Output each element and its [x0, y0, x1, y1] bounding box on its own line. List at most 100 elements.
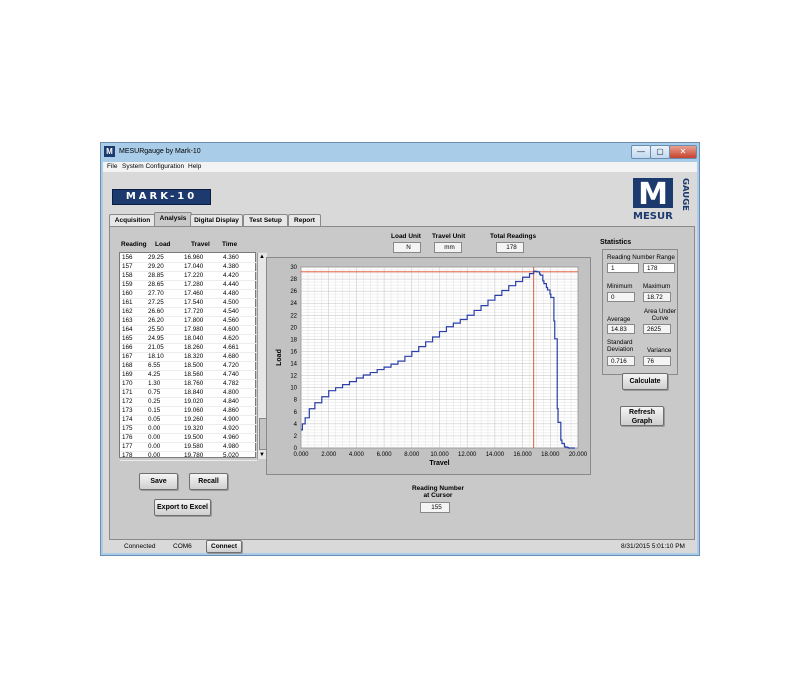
cell-load: 28.65	[148, 281, 164, 288]
calculate-button[interactable]: Calculate	[622, 373, 668, 390]
cell-load: 0.25	[148, 398, 161, 405]
statistics-title: Statistics	[600, 239, 632, 246]
minimize-button[interactable]: —	[631, 145, 651, 159]
cell-load: 27.70	[148, 290, 164, 297]
export-to-excel-button[interactable]: Export to Excel	[154, 499, 211, 516]
menu-help[interactable]: Help	[188, 163, 201, 170]
cell-time: 4.500	[223, 299, 239, 306]
cell-time: 4.661	[223, 344, 239, 351]
x-tick-label: 14.000	[486, 452, 505, 458]
cell-reading: 167	[122, 353, 133, 360]
cell-travel: 19.500	[184, 434, 204, 441]
cell-travel: 17.540	[184, 299, 204, 306]
scroll-up-icon[interactable]: ▲	[259, 254, 265, 260]
x-tick-label: 2.000	[321, 452, 337, 458]
load-unit-label: Load Unit	[391, 233, 421, 240]
col-header-load: Load	[155, 241, 171, 248]
y-tick-label: 22	[290, 313, 297, 319]
y-tick-label: 28	[290, 277, 297, 283]
cell-load: 0.75	[148, 389, 161, 396]
status-bar: Connected COM6 Connect 8/31/2015 5:01:10…	[103, 540, 697, 553]
cell-load: 29.20	[148, 263, 164, 270]
y-tick-label: 14	[290, 362, 297, 368]
cell-reading: 178	[122, 452, 133, 459]
cell-load: 21.05	[148, 344, 164, 351]
mesurgauge-logo: M MESUR GAUGE	[631, 176, 689, 223]
cell-time: 4.480	[223, 290, 239, 297]
y-tick-label: 16	[290, 349, 297, 355]
cell-time: 4.960	[223, 434, 239, 441]
cell-reading: 164	[122, 326, 133, 333]
cell-reading: 169	[122, 371, 133, 378]
status-datetime: 8/31/2015 5:01:10 PM	[621, 543, 685, 550]
menu-system-configuration[interactable]: System Configuration	[122, 163, 184, 170]
cell-travel: 17.720	[184, 308, 204, 315]
cell-travel: 17.980	[184, 326, 204, 333]
app-icon: M	[104, 146, 115, 157]
cell-load: 0.00	[148, 425, 161, 432]
cell-time: 4.420	[223, 272, 239, 279]
total-readings-field: 178	[496, 242, 524, 253]
cell-time: 4.360	[223, 254, 239, 261]
cell-travel: 17.280	[184, 281, 204, 288]
cell-reading: 165	[122, 335, 133, 342]
y-tick-label: 4	[294, 422, 298, 428]
scroll-down-icon[interactable]: ▼	[259, 452, 265, 458]
cell-time: 4.720	[223, 362, 239, 369]
y-tick-label: 8	[294, 398, 298, 404]
cursor-reading-label: Reading Number at Cursor	[411, 485, 464, 499]
cell-time: 4.440	[223, 281, 239, 288]
svg-text:MESUR: MESUR	[633, 211, 673, 222]
load-unit-field: N	[393, 242, 421, 253]
cell-reading: 157	[122, 263, 133, 270]
svg-text:M: M	[638, 177, 668, 212]
variance-field: 76	[643, 356, 671, 366]
close-button[interactable]: ✕	[669, 145, 697, 159]
cell-reading: 158	[122, 272, 133, 279]
average-label: Average	[607, 316, 631, 323]
com-port: COM6	[173, 543, 192, 550]
minimum-label: Minimum	[607, 283, 633, 290]
window-title: MESURgauge by Mark-10	[119, 148, 201, 155]
title-bar[interactable]: M MESURgauge by Mark-10 — ▢ ✕	[101, 143, 699, 162]
cell-travel: 19.020	[184, 398, 204, 405]
cell-travel: 17.800	[184, 317, 204, 324]
stddev-field: 0.716	[607, 356, 635, 366]
stddev-label: Standard Deviation	[607, 339, 634, 353]
refresh-graph-button[interactable]: Refresh Graph	[620, 406, 664, 426]
save-button[interactable]: Save	[139, 473, 178, 490]
app-window: M MESURgauge by Mark-10 — ▢ ✕ File Syste…	[100, 142, 700, 556]
cell-reading: 161	[122, 299, 133, 306]
menu-bar: File System Configuration Help	[103, 162, 697, 172]
load-travel-chart[interactable]: 0.000 2.000 4.000 6.000 8.000 10.000 12.000 14.…	[266, 257, 591, 475]
y-tick-label: 26	[290, 289, 297, 295]
connect-button[interactable]: Connect	[206, 540, 242, 553]
menu-file[interactable]: File	[107, 163, 117, 170]
cell-time: 4.600	[223, 326, 239, 333]
cell-time: 4.800	[223, 389, 239, 396]
table-row[interactable]: 178 0.00 19.780 5.020	[120, 451, 257, 461]
cell-time: 4.900	[223, 416, 239, 423]
readings-table[interactable]: 156 29.25 16.960 4.360 157 29.20 17.040 4.380 15…	[119, 252, 267, 461]
cell-reading: 173	[122, 407, 133, 414]
x-tick-label: 16.000	[513, 452, 532, 458]
statistics-group: Reading Number Range 1 178 Minimum Maxim…	[602, 249, 678, 375]
recall-button[interactable]: Recall	[189, 473, 228, 490]
minimum-field: 0	[607, 292, 635, 302]
maximum-label: Maximum	[643, 283, 671, 290]
y-tick-label: 6	[294, 410, 298, 416]
cell-reading: 162	[122, 308, 133, 315]
cell-time: 4.782	[223, 380, 239, 387]
travel-unit-field: mm	[434, 242, 462, 253]
cell-time: 5.020	[223, 452, 239, 459]
tab-analysis[interactable]: Analysis	[154, 212, 192, 227]
cell-travel: 16.960	[184, 254, 204, 261]
cell-reading: 163	[122, 317, 133, 324]
range-to-input[interactable]: 178	[643, 263, 675, 273]
maximize-button[interactable]: ▢	[650, 145, 670, 159]
cell-travel: 18.760	[184, 380, 204, 387]
cell-travel: 19.780	[184, 452, 204, 459]
range-from-input[interactable]: 1	[607, 263, 639, 273]
cell-load: 27.25	[148, 299, 164, 306]
y-tick-label: 24	[290, 301, 297, 307]
